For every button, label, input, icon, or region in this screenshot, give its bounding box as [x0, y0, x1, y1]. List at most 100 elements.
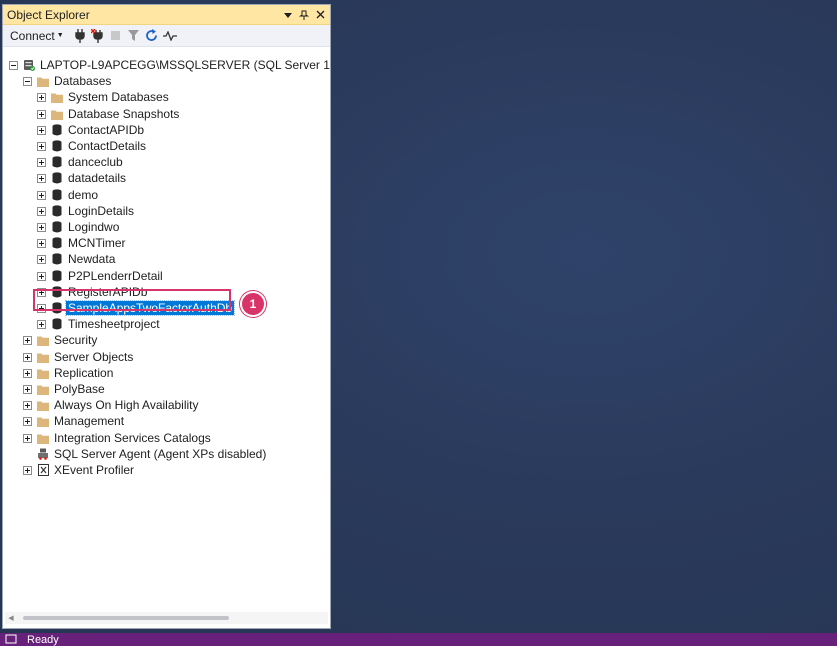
expand-plus-icon[interactable] — [37, 271, 46, 281]
tree-node-label: Logindwo — [68, 220, 120, 234]
tree-node-server[interactable]: LAPTOP-L9APCEGG\MSSQLSERVER (SQL Server … — [9, 57, 330, 73]
expand-plus-icon[interactable] — [37, 319, 46, 329]
database-icon — [51, 189, 63, 201]
filter-icon[interactable] — [125, 27, 143, 45]
expand-plus-icon[interactable] — [37, 254, 46, 264]
sql-agent-icon — [37, 448, 49, 460]
folder-icon — [51, 91, 63, 103]
connect-plug-icon[interactable] — [71, 27, 89, 45]
activity-monitor-icon[interactable] — [161, 27, 179, 45]
tree-node-replication[interactable]: Replication — [23, 365, 115, 381]
stop-icon[interactable] — [107, 27, 125, 45]
tree-node-sql-server-agent-agent-xps-disabled[interactable]: SQL Server Agent (Agent XPs disabled) — [23, 446, 268, 462]
status-icon — [5, 634, 17, 646]
status-bar: Ready — [0, 633, 837, 646]
expand-plus-icon[interactable] — [37, 109, 46, 119]
tree-node-always-on-high-availability[interactable]: Always On High Availability — [23, 397, 201, 413]
folder-icon — [37, 75, 49, 87]
tree-node-demo[interactable]: demo — [37, 187, 100, 203]
tree-node-logindetails[interactable]: LoginDetails — [37, 203, 136, 219]
tree-node-p2plenderrdetail[interactable]: P2PLenderrDetail — [37, 268, 165, 284]
tree-node-database-snapshots[interactable]: Database Snapshots — [37, 106, 181, 122]
tree-node-contactdetails[interactable]: ContactDetails — [37, 138, 148, 154]
database-icon — [51, 124, 63, 136]
xevent-profiler-icon — [37, 464, 49, 476]
tree-node-label: Timesheetproject — [68, 317, 160, 331]
tree-node-label: datadetails — [68, 171, 127, 185]
expand-plus-icon[interactable] — [23, 384, 32, 394]
tree-node-label: MCNTimer — [68, 236, 126, 250]
connect-dropdown[interactable]: Connect ▼ — [7, 29, 67, 43]
tree-node-newdata[interactable]: Newdata — [37, 251, 117, 267]
tree-node-label: Always On High Availability — [54, 398, 199, 412]
expand-plus-icon[interactable] — [37, 238, 46, 248]
tree-node-label: XEvent Profiler — [54, 463, 135, 477]
status-text: Ready — [27, 633, 59, 646]
tree-node-security[interactable]: Security — [23, 332, 99, 348]
folder-icon — [37, 367, 49, 379]
annotation-highlight-box — [33, 289, 231, 311]
database-icon — [51, 205, 63, 217]
expand-plus-icon[interactable] — [37, 157, 46, 167]
refresh-icon[interactable] — [143, 27, 161, 45]
scroll-left-icon[interactable]: ◀ — [5, 612, 17, 624]
horizontal-scrollbar[interactable]: ◀ — [5, 612, 328, 624]
expand-plus-icon[interactable] — [23, 400, 32, 410]
expand-plus-icon[interactable] — [37, 92, 46, 102]
folder-icon — [37, 334, 49, 346]
tree-node-label: Database Snapshots — [68, 107, 180, 121]
expand-plus-icon[interactable] — [37, 173, 46, 183]
tree-node-system-databases[interactable]: System Databases — [37, 89, 171, 105]
tree-node-label: PolyBase — [54, 382, 105, 396]
tree-node-contactapidb[interactable]: ContactAPIDb — [37, 122, 146, 138]
chevron-down-icon: ▼ — [56, 32, 64, 39]
expand-plus-icon[interactable] — [23, 433, 32, 443]
collapse-minus-icon[interactable] — [9, 60, 18, 70]
tree-node-label: P2PLenderrDetail — [68, 269, 163, 283]
disconnect-icon[interactable] — [89, 27, 107, 45]
expand-plus-icon[interactable] — [23, 465, 32, 475]
expand-plus-icon[interactable] — [23, 416, 32, 426]
folder-icon — [37, 399, 49, 411]
database-icon — [51, 172, 63, 184]
pin-down-icon[interactable] — [282, 8, 294, 22]
tree-node-xevent-profiler[interactable]: XEvent Profiler — [23, 462, 136, 478]
tree-node-polybase[interactable]: PolyBase — [23, 381, 107, 397]
expand-plus-icon[interactable] — [23, 335, 32, 345]
tree-node-datadetails[interactable]: datadetails — [37, 170, 128, 186]
tree-node-label: ContactAPIDb — [68, 123, 145, 137]
expand-plus-icon[interactable] — [37, 125, 46, 135]
close-icon[interactable] — [314, 8, 326, 22]
tree-node-danceclub[interactable]: danceclub — [37, 154, 125, 170]
tree-node-timesheetproject[interactable]: Timesheetproject — [37, 316, 162, 332]
database-icon — [51, 156, 63, 168]
database-icon — [51, 237, 63, 249]
expand-plus-icon[interactable] — [37, 222, 46, 232]
collapse-minus-icon[interactable] — [23, 76, 32, 86]
tree-node-management[interactable]: Management — [23, 413, 126, 429]
tree-node-label: Server Objects — [54, 350, 134, 364]
expand-plus-icon[interactable] — [23, 368, 32, 378]
expand-plus-icon[interactable] — [37, 190, 46, 200]
tree-node-integration-services-catalogs[interactable]: Integration Services Catalogs — [23, 430, 213, 446]
server-icon — [23, 59, 35, 71]
tree-node-label: Security — [54, 333, 98, 347]
tree-node-server-objects[interactable]: Server Objects — [23, 349, 135, 365]
database-icon — [51, 140, 63, 152]
step-badge: 1 — [240, 291, 266, 317]
object-explorer-panel: Object Explorer Connect ▼ LAPTOP-L9APCEG… — [2, 4, 331, 629]
tree-node-mcntimer[interactable]: MCNTimer — [37, 235, 128, 251]
tree-node-logindwo[interactable]: Logindwo — [37, 219, 121, 235]
pin-icon[interactable] — [298, 8, 310, 22]
scrollbar-thumb[interactable] — [23, 616, 229, 620]
tree-node-label: danceclub — [68, 155, 123, 169]
tree-node-label: LoginDetails — [68, 204, 135, 218]
expand-plus-icon[interactable] — [23, 352, 32, 362]
expand-plus-icon[interactable] — [37, 206, 46, 216]
object-explorer-titlebar: Object Explorer — [3, 5, 330, 25]
object-explorer-toolbar: Connect ▼ — [3, 25, 330, 47]
tree-node-label: demo — [68, 188, 99, 202]
tree-node-databases[interactable]: Databases — [23, 73, 113, 89]
database-icon — [51, 221, 63, 233]
expand-plus-icon[interactable] — [37, 141, 46, 151]
